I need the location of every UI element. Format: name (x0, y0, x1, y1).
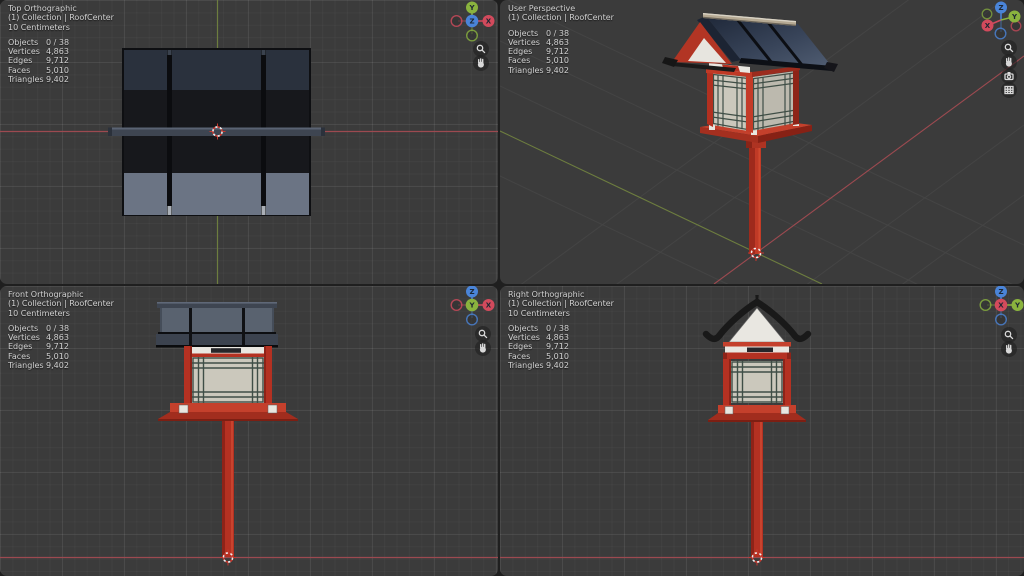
pan-hand-icon[interactable] (473, 55, 489, 71)
camera-view-icon[interactable] (1001, 68, 1017, 84)
blender-quad-view: Y X Z Top Orthographic (1) Collection | … (0, 0, 1024, 576)
lantern-model-front-view[interactable] (156, 302, 298, 557)
gizmo-axis-x-positive[interactable]: X (482, 15, 495, 27)
zoom-icon[interactable] (473, 41, 489, 57)
viewport-user-perspective[interactable]: Z X Y User Perspective (1) Collection | … (500, 0, 1024, 284)
svg-text:X: X (486, 302, 492, 310)
gizmo-axis-z-positive[interactable]: Z (465, 14, 479, 28)
gizmo-axis-y-negative[interactable] (981, 8, 993, 20)
svg-text:Z: Z (469, 288, 474, 296)
viewport-top-orthographic[interactable]: Y X Z Top Orthographic (1) Collection | … (0, 0, 498, 284)
svg-text:Z: Z (998, 288, 1003, 296)
svg-text:Y: Y (468, 302, 475, 310)
pan-hand-icon[interactable] (1001, 54, 1017, 70)
zoom-icon[interactable] (1001, 40, 1017, 56)
gizmo-axis-y-negative[interactable] (466, 29, 479, 42)
gizmo-axis-z-negative[interactable] (994, 27, 1007, 40)
svg-text:X: X (998, 302, 1004, 310)
gizmo-axis-x-negative[interactable] (450, 298, 463, 312)
pan-hand-icon[interactable] (475, 340, 491, 356)
viewport-right-orthographic[interactable]: Z Y X Right Orthographic (1) Collection … (500, 286, 1024, 576)
gizmo-axis-x-positive[interactable]: X (994, 298, 1008, 312)
svg-text:Y: Y (468, 4, 475, 12)
svg-text:Z: Z (998, 4, 1003, 12)
gizmo-axis-z-positive[interactable]: Z (995, 1, 1007, 14)
gizmo-axis-x-positive[interactable]: X (981, 19, 994, 32)
gizmo-axis-x-negative[interactable] (1010, 20, 1022, 32)
navigation-gizmo[interactable]: Z Y X (979, 286, 1024, 326)
svg-text:Y: Y (1011, 13, 1018, 21)
viewport-front-orthographic[interactable]: Z X Y Front Orthographic (1) Collection … (0, 286, 498, 576)
y-axis-line (500, 130, 823, 284)
gizmo-axis-y-positive[interactable]: Y (466, 1, 478, 14)
gizmo-axis-y-positive[interactable]: Y (1008, 10, 1021, 23)
gizmo-axis-x-negative[interactable] (450, 14, 463, 28)
gizmo-axis-y-negative[interactable] (979, 298, 992, 312)
svg-text:X: X (985, 22, 991, 30)
navigation-gizmo[interactable]: Y X Z (450, 1, 495, 42)
svg-text:Y: Y (1014, 302, 1021, 310)
lantern-model-perspective[interactable] (662, 13, 838, 254)
zoom-icon[interactable] (475, 326, 491, 342)
gizmo-axis-z-negative[interactable] (995, 313, 1008, 326)
gizmo-axis-z-negative[interactable] (466, 313, 479, 326)
navigation-gizmo[interactable]: Z X Y (450, 286, 495, 326)
gizmo-axis-y-positive[interactable]: Y (465, 298, 479, 312)
toggle-ortho-grid-icon[interactable] (1001, 82, 1017, 98)
gizmo-axis-y-positive[interactable]: Y (1011, 299, 1024, 311)
gizmo-axis-z-positive[interactable]: Z (995, 286, 1007, 298)
gizmo-axis-z-positive[interactable]: Z (466, 286, 478, 298)
pan-hand-icon[interactable] (1001, 341, 1017, 357)
gizmo-axis-x-positive[interactable]: X (482, 299, 495, 311)
lantern-model-right-view[interactable] (702, 295, 812, 557)
svg-text:X: X (486, 18, 492, 26)
zoom-icon[interactable] (1001, 327, 1017, 343)
svg-text:Z: Z (469, 18, 474, 26)
navigation-gizmo[interactable]: Z X Y (981, 1, 1022, 40)
lantern-roof-top-view[interactable] (108, 48, 325, 216)
